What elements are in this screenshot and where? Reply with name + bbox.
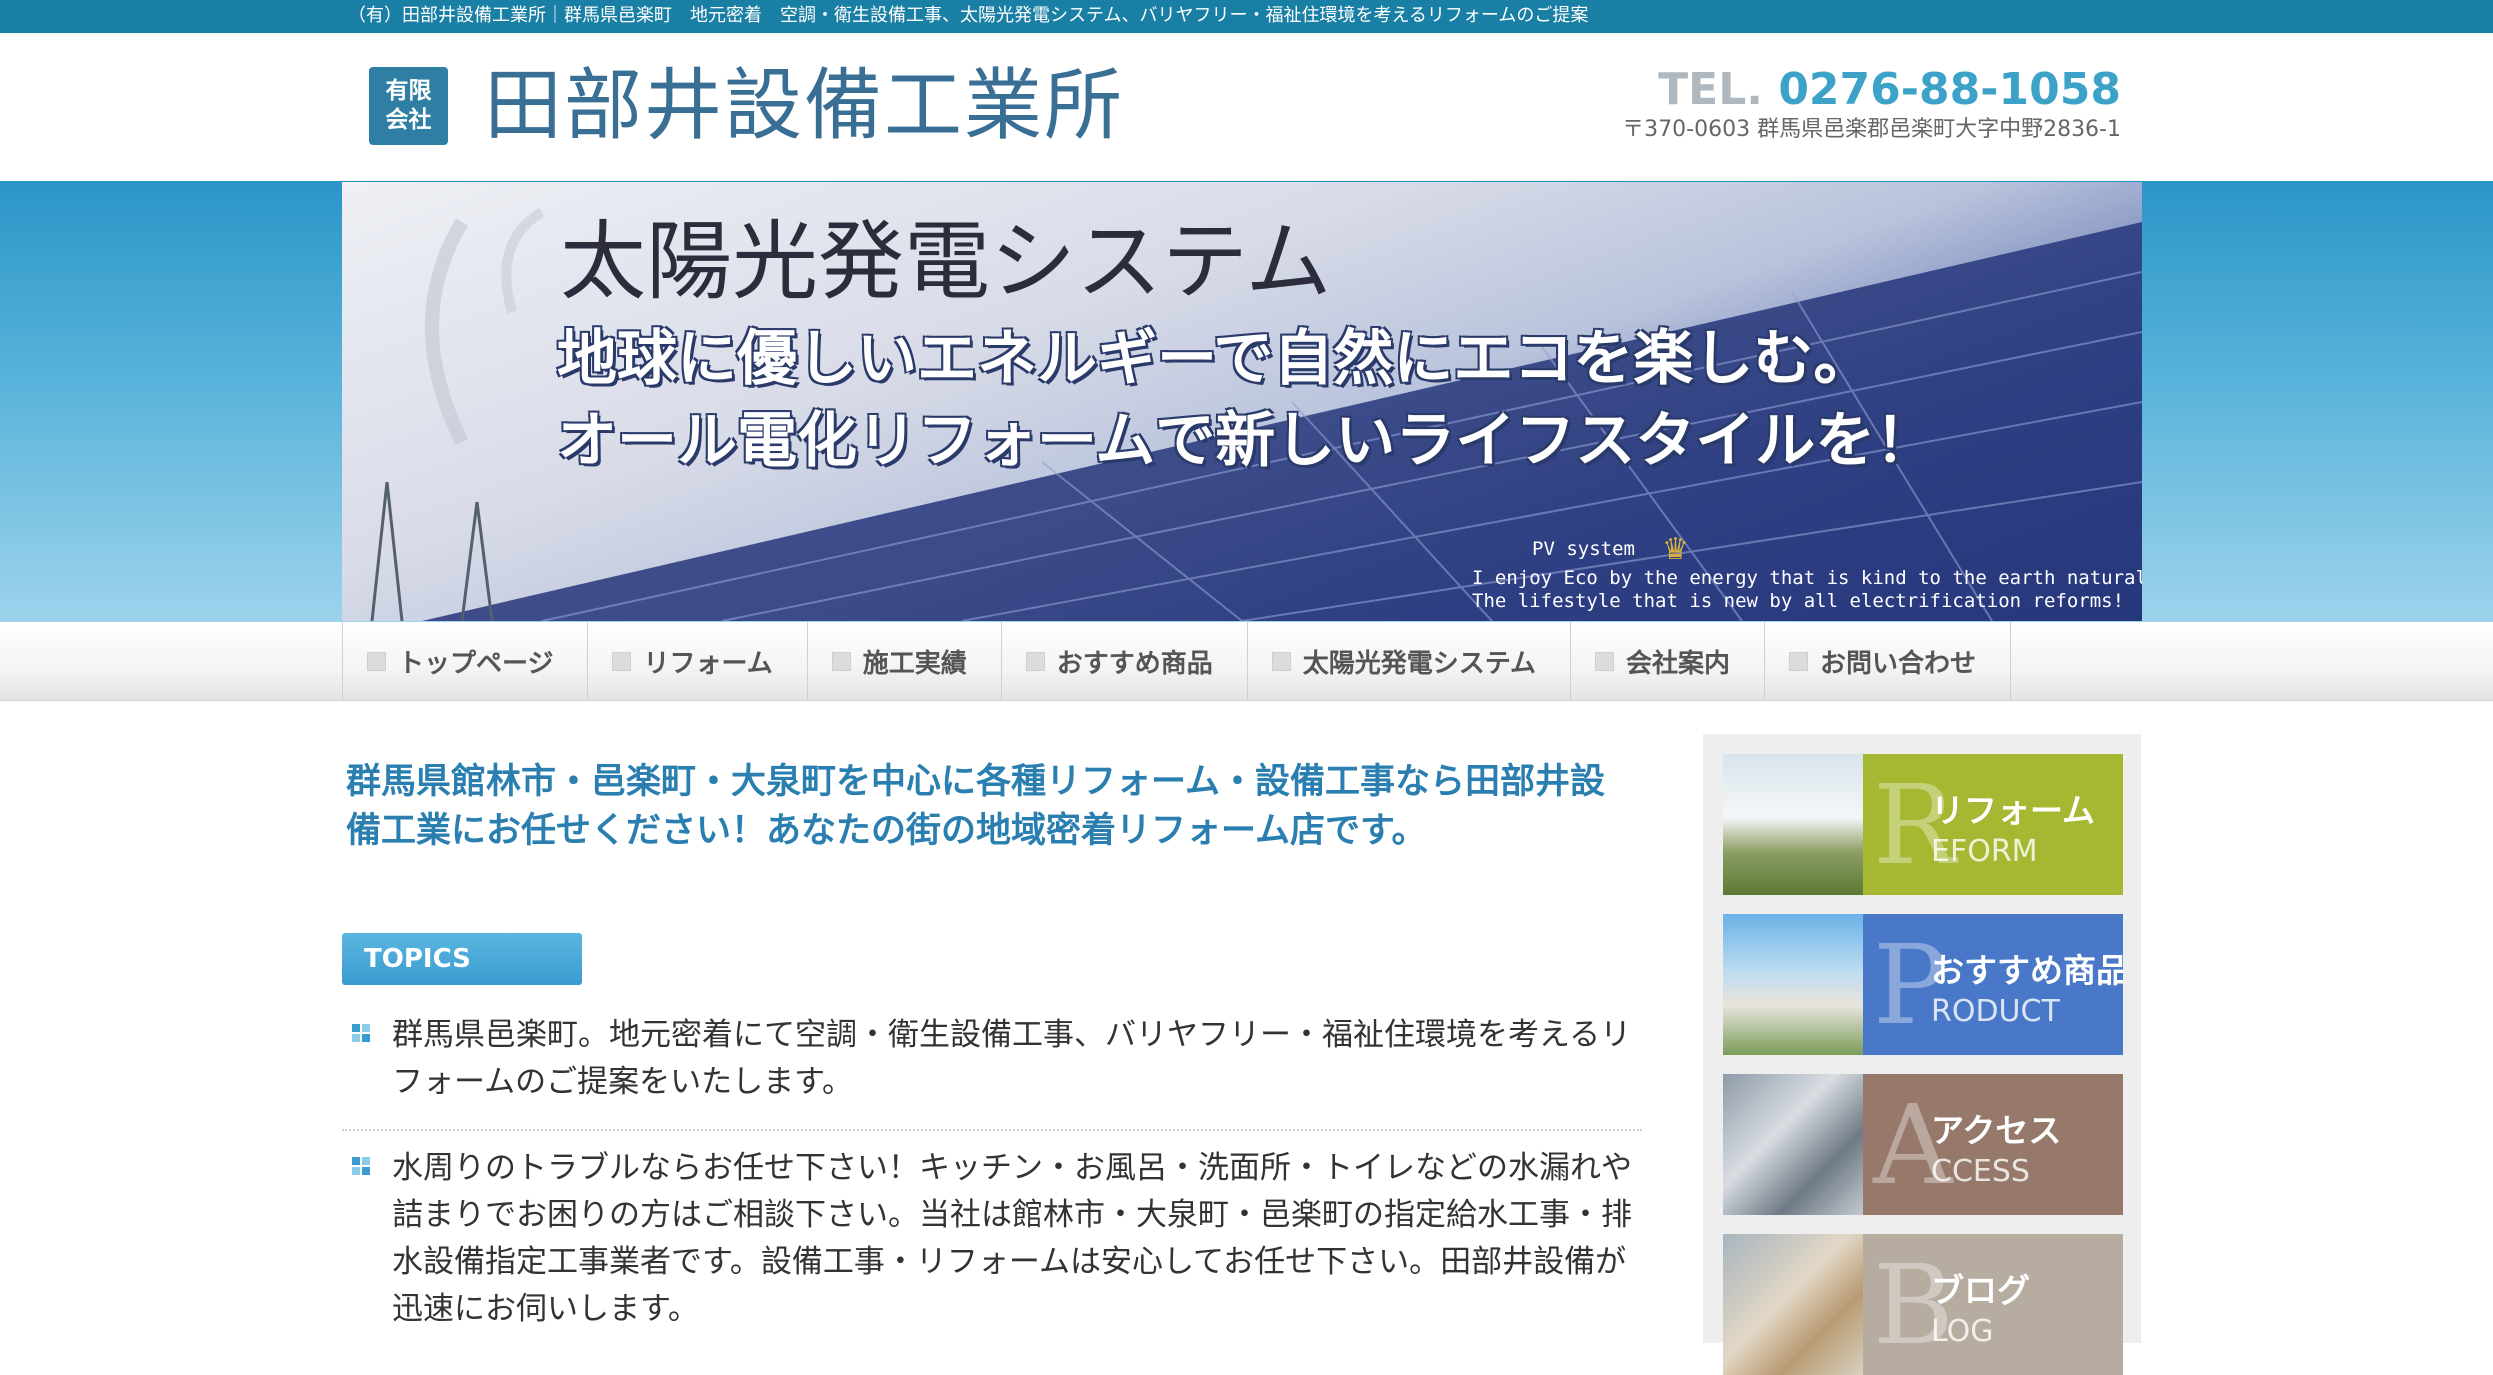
nav-item-company[interactable]: 会社案内 — [1571, 622, 1765, 700]
card-color-panel: B ブログ LOG — [1863, 1234, 2123, 1375]
nav-label: お問い合わせ — [1820, 648, 1977, 679]
sidebar-link-products[interactable]: P おすすめ商品 RODUCT — [1723, 914, 2123, 1055]
phone-number[interactable]: TEL. 0276-88-1058 — [1658, 64, 2121, 116]
nav-item-products[interactable]: おすすめ商品 — [1002, 622, 1248, 700]
nav-square-icon — [1271, 651, 1291, 671]
card-color-panel: A アクセス CCESS — [1863, 1074, 2123, 1215]
top-strip: （有）田部井設備工業所｜群馬県邑楽町 地元密着 空調・衛生設備工事、太陽光発電シ… — [0, 0, 2493, 33]
crown-icon: ♛ — [1662, 532, 1689, 567]
global-nav: トップページ リフォーム 施工実績 おすすめ商品 太陽光発電システム 会社案内 … — [0, 622, 2493, 701]
company-type-badge[interactable]: 有限 会社 — [369, 67, 448, 145]
nav-square-icon — [1789, 651, 1808, 671]
card-title: おすすめ商品 — [1931, 951, 2123, 990]
topics-heading: TOPICS — [342, 933, 582, 985]
nav-item-works[interactable]: 施工実績 — [808, 622, 1002, 700]
topic-divider — [342, 1129, 1642, 1131]
pet-photo — [1723, 1234, 1863, 1375]
card-title: ブログ — [1931, 1271, 2030, 1310]
card-subtitle: RODUCT — [1931, 994, 2060, 1029]
hero-banner: 太陽光発電システム 地球に優しいエネルギーで自然にエコを楽しむ。 オール電化リフ… — [342, 182, 2142, 621]
nav-item-top[interactable]: トップページ — [343, 622, 589, 700]
nav-label: 会社案内 — [1625, 648, 1730, 679]
house-photo — [1723, 754, 1863, 895]
card-color-panel: P おすすめ商品 RODUCT — [1863, 914, 2123, 1055]
bullet-grid-icon — [352, 1157, 371, 1176]
card-subtitle: EFORM — [1931, 834, 2038, 869]
house-photo — [1723, 914, 1863, 1055]
company-logo-name[interactable]: 田部井設備工業所 — [484, 58, 1124, 154]
banner-english-line-1: I enjoy Eco by the energy that is kind t… — [1472, 567, 2142, 589]
topic-text: 水周りのトラブルならお任せ下さい！キッチン・お風呂・洗面所・トイレなどの水漏れや… — [392, 1150, 1632, 1327]
topic-item: 群馬県邑楽町。地元密着にて空調・衛生設備工事、バリヤフリー・福祉住環境を考えるリ… — [342, 1012, 1642, 1106]
nav-label: トップページ — [398, 648, 554, 679]
nav-square-icon — [1025, 651, 1045, 671]
nav-list: トップページ リフォーム 施工実績 おすすめ商品 太陽光発電システム 会社案内 … — [342, 622, 2012, 700]
nav-square-icon — [831, 651, 851, 671]
card-title: アクセス — [1931, 1111, 2062, 1150]
page-headline: 群馬県館林市・邑楽町・大泉町を中心に各種リフォーム・設備工事なら田部井設備工業に… — [346, 762, 1605, 851]
bullet-grid-icon — [352, 1024, 371, 1043]
topic-text: 群馬県邑楽町。地元密着にて空調・衛生設備工事、バリヤフリー・福祉住環境を考えるリ… — [392, 1017, 1632, 1100]
nav-label: 太陽光発電システム — [1302, 648, 1536, 679]
nav-item-solar[interactable]: 太陽光発電システム — [1248, 622, 1571, 700]
banner-english-line-2: The lifestyle that is new by all electri… — [1472, 590, 2125, 612]
banner-title: 太陽光発電システム — [560, 212, 1332, 312]
badge-line-1: 有限 — [385, 78, 432, 104]
tel-number: 0276-88-1058 — [1778, 64, 2121, 115]
nav-square-icon — [612, 651, 632, 671]
crowd-photo — [1723, 1074, 1863, 1215]
site-tagline: （有）田部井設備工業所｜群馬県邑楽町 地元密着 空調・衛生設備工事、太陽光発電シ… — [348, 5, 1589, 26]
sidebar-link-reform[interactable]: R リフォーム EFORM — [1723, 754, 2123, 895]
company-address: 〒370-0603 群馬県邑楽郡邑楽町大字中野2836-1 — [1622, 117, 2121, 142]
nav-item-contact[interactable]: お問い合わせ — [1765, 622, 2012, 700]
card-title: リフォーム — [1931, 791, 2096, 830]
banner-subtitle-2: オール電化リフォームで新しいライフスタイルを！ — [557, 406, 1936, 476]
pv-system-label: PV system — [1532, 538, 1635, 560]
tel-label: TEL. — [1658, 64, 1763, 115]
nav-square-icon — [367, 651, 386, 671]
nav-square-icon — [1594, 651, 1614, 671]
banner-subtitle-1: 地球に優しいエネルギーで自然にエコを楽しむ。 — [557, 324, 1874, 394]
nav-label: おすすめ商品 — [1056, 648, 1213, 679]
nav-label: リフォーム — [643, 648, 773, 679]
topic-item: 水周りのトラブルならお任せ下さい！キッチン・お風呂・洗面所・トイレなどの水漏れや… — [342, 1145, 1642, 1333]
card-subtitle: CCESS — [1931, 1154, 2030, 1189]
sidebar-link-blog[interactable]: B ブログ LOG — [1723, 1234, 2123, 1375]
card-color-panel: R リフォーム EFORM — [1863, 754, 2123, 895]
badge-line-2: 会社 — [385, 107, 432, 133]
nav-label: 施工実績 — [862, 648, 967, 679]
sidebar-link-access[interactable]: A アクセス CCESS — [1723, 1074, 2123, 1215]
nav-item-reform[interactable]: リフォーム — [588, 622, 808, 700]
card-subtitle: LOG — [1931, 1314, 1994, 1349]
